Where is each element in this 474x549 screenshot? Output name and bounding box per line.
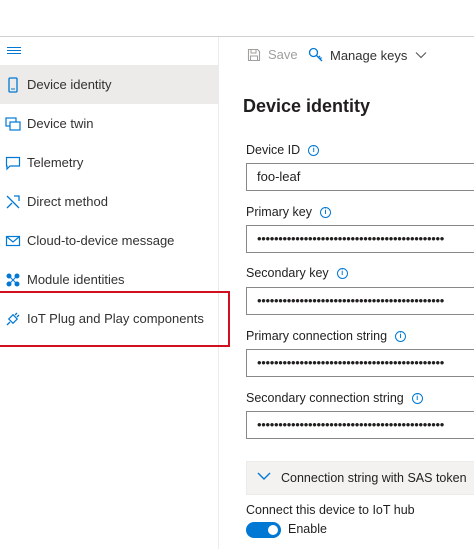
manage-keys-button[interactable]: Manage keys: [308, 47, 427, 63]
hamburger-menu-icon[interactable]: [7, 45, 21, 57]
direct-method-icon: [6, 195, 20, 209]
sidebar-item-label: Telemetry: [27, 155, 84, 170]
sidebar-item-device-twin[interactable]: Device twin: [0, 104, 218, 143]
message-icon: [5, 235, 21, 247]
sidebar-item-label: Cloud-to-device message: [27, 233, 175, 248]
sidebar-item-direct-method[interactable]: Direct method: [0, 182, 218, 221]
connect-device-label: Connect this device to IoT hub: [246, 503, 415, 517]
sidebar-item-telemetry[interactable]: Telemetry: [0, 143, 218, 182]
enable-toggle[interactable]: [246, 522, 281, 538]
key-icon: [308, 47, 323, 62]
module-identities-icon: [6, 273, 20, 287]
info-icon[interactable]: i: [319, 206, 331, 218]
device-twin-icon: [5, 117, 21, 131]
manage-keys-label: Manage keys: [330, 47, 408, 63]
sidebar-item-label: Module identities: [27, 272, 125, 287]
primary-connection-string-field[interactable]: ••••••••••••••••••••••••••••••••••••••••…: [246, 349, 474, 377]
device-id-label-text: Device ID: [246, 143, 301, 157]
primary-key-label-text: Primary key: [246, 205, 312, 219]
secondary-key-label: Secondary key i: [246, 266, 348, 280]
toggle-knob: [268, 525, 278, 535]
secondary-key-label-text: Secondary key: [246, 266, 329, 280]
chevron-down-icon: [257, 472, 271, 480]
sidebar-item-cloud-to-device-message[interactable]: Cloud-to-device message: [0, 221, 218, 260]
chevron-down-icon: [415, 52, 427, 59]
device-icon: [8, 77, 18, 93]
info-icon[interactable]: i: [336, 267, 348, 279]
secondary-connection-string-label: Secondary connection string i: [246, 391, 423, 405]
top-bar: [0, 0, 474, 37]
device-id-field[interactable]: foo-leaf: [246, 163, 474, 191]
secondary-connection-string-field[interactable]: ••••••••••••••••••••••••••••••••••••••••…: [246, 411, 474, 439]
command-bar: Save Manage keys: [218, 37, 474, 73]
highlight-box: [0, 291, 230, 347]
info-icon[interactable]: i: [411, 392, 423, 404]
sas-token-label: Connection string with SAS token: [281, 471, 467, 485]
sidebar-item-label: Device identity: [27, 77, 112, 92]
primary-key-field[interactable]: ••••••••••••••••••••••••••••••••••••••••…: [246, 225, 474, 253]
info-icon[interactable]: i: [395, 330, 407, 342]
primary-connection-string-label-text: Primary connection string: [246, 329, 388, 343]
telemetry-icon: [5, 156, 21, 171]
secondary-key-field[interactable]: ••••••••••••••••••••••••••••••••••••••••…: [246, 287, 474, 315]
sidebar-item-label: Direct method: [27, 194, 108, 209]
info-icon[interactable]: i: [308, 144, 320, 156]
device-id-label: Device ID i: [246, 143, 320, 157]
secondary-connection-string-label-text: Secondary connection string: [246, 391, 404, 405]
save-label: Save: [268, 47, 298, 62]
sidebar-item-device-identity[interactable]: Device identity: [0, 65, 218, 104]
primary-connection-string-label: Primary connection string i: [246, 329, 407, 343]
sidebar-item-label: Device twin: [27, 116, 94, 131]
enable-label: Enable: [288, 522, 327, 536]
page-title: Device identity: [243, 96, 371, 116]
save-icon: [247, 48, 261, 61]
save-button[interactable]: Save: [247, 47, 298, 62]
sas-token-accordion[interactable]: Connection string with SAS token: [246, 461, 474, 495]
primary-key-label: Primary key i: [246, 205, 331, 219]
